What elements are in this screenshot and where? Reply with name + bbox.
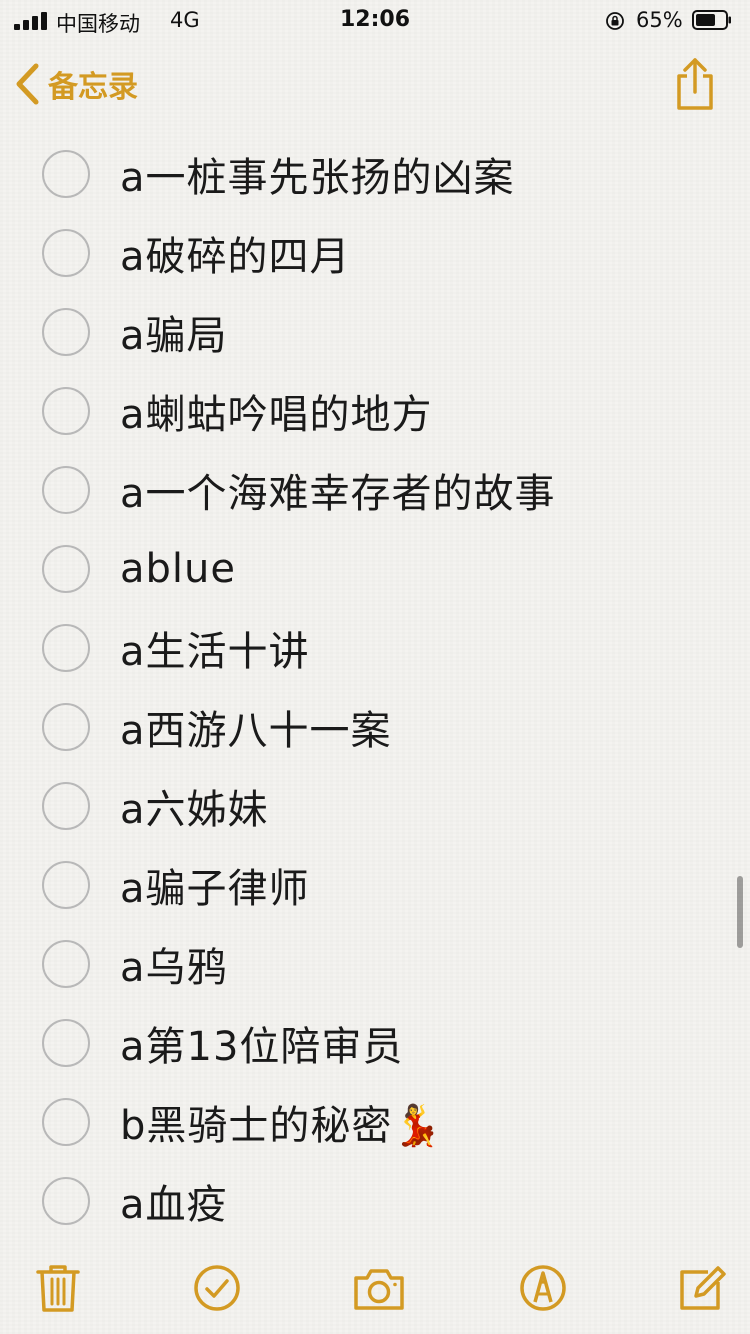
checklist-item-text[interactable]: a骗子律师 (120, 856, 310, 914)
camera-icon (354, 1269, 404, 1310)
checklist-item: a破碎的四月 (0, 213, 750, 292)
checklist-item: a西游八十一案 (0, 687, 750, 766)
checklist-item: b黑骑士的秘密💃 (0, 1082, 750, 1161)
checklist-item: a第13位陪审员 (0, 1003, 750, 1082)
checklist-item-text[interactable]: a蝲蛄吟唱的地方 (120, 382, 433, 440)
checkbox-circle[interactable] (42, 386, 90, 435)
checklist-item: a一桩事先张扬的凶案 (0, 134, 750, 213)
back-button[interactable]: 备忘录 (14, 60, 138, 108)
status-bar: 中国移动 4G 12:06 65% (0, 0, 750, 40)
checklist-item: a一个海难幸存者的故事 (0, 450, 750, 529)
checklist-item: a乌鸦 (0, 924, 750, 1003)
camera-button[interactable] (351, 1260, 407, 1316)
navigation-bar: 备忘录 (0, 48, 750, 120)
checkbox-circle[interactable] (42, 149, 90, 198)
checklist-item-text[interactable]: a破碎的四月 (120, 224, 351, 282)
checklist-item-text[interactable]: ablue (120, 546, 236, 592)
checklist-item-text[interactable]: a骗局 (120, 303, 228, 361)
checklist-item-text[interactable]: a一个海难幸存者的故事 (120, 461, 556, 519)
checklist-item: a血疫 (0, 1161, 750, 1240)
checkbox-circle[interactable] (42, 623, 90, 672)
checkbox-circle[interactable] (42, 1097, 90, 1146)
scroll-indicator[interactable] (737, 876, 743, 948)
checklist-item: a骗局 (0, 292, 750, 371)
checklist-item-text[interactable]: a第13位陪审员 (120, 1014, 403, 1072)
checkbox-circle[interactable] (42, 1176, 90, 1225)
compose-button[interactable] (674, 1260, 730, 1316)
trash-icon (36, 1265, 80, 1312)
checkbox-circle[interactable] (42, 307, 90, 356)
markup-pen-icon (520, 1265, 566, 1311)
checkbox-circle[interactable] (42, 465, 90, 514)
delete-button[interactable] (30, 1260, 86, 1316)
checklist-item-text[interactable]: a血疫 (120, 1172, 228, 1230)
checklist-item: ablue (0, 529, 750, 608)
checklist-item-text[interactable]: a一桩事先张扬的凶案 (120, 145, 515, 203)
checklist-item-text[interactable]: a西游八十一案 (120, 698, 392, 756)
checklist-item-text[interactable]: a乌鸦 (120, 935, 228, 993)
checklist-icon (194, 1265, 240, 1311)
checkbox-circle[interactable] (42, 228, 90, 277)
compose-icon (680, 1266, 726, 1310)
checkbox-circle[interactable] (42, 1018, 90, 1067)
checklist-item-text[interactable]: a生活十讲 (120, 619, 310, 677)
checklist-item-text[interactable]: b黑骑士的秘密💃 (120, 1093, 443, 1151)
checklist-item: a生活十讲 (0, 608, 750, 687)
checkbox-circle[interactable] (42, 702, 90, 751)
rotation-lock-icon (606, 12, 624, 30)
checkbox-circle[interactable] (42, 781, 90, 830)
checklist: a一桩事先张扬的凶案 a破碎的四月 a骗局 a蝲蛄吟唱的地方 a一个海难幸存者的… (0, 134, 750, 1240)
back-button-label: 备忘录 (48, 70, 138, 105)
checklist-item-text[interactable]: a六姊妹 (120, 777, 269, 835)
bottom-toolbar (0, 1254, 750, 1324)
checklist-item: a蝲蛄吟唱的地方 (0, 371, 750, 450)
markup-button[interactable] (515, 1260, 571, 1316)
checklist-item: a骗子律师 (0, 845, 750, 924)
battery-icon (692, 10, 731, 30)
checkbox-circle[interactable] (42, 939, 90, 988)
checklist-item: a六姊妹 (0, 766, 750, 845)
chevron-left-icon (16, 63, 39, 105)
checkbox-circle[interactable] (42, 860, 90, 909)
checkbox-circle[interactable] (42, 544, 90, 593)
checklist-button[interactable] (189, 1260, 245, 1316)
share-icon[interactable] (670, 56, 720, 112)
battery-percentage: 65% (636, 8, 683, 32)
